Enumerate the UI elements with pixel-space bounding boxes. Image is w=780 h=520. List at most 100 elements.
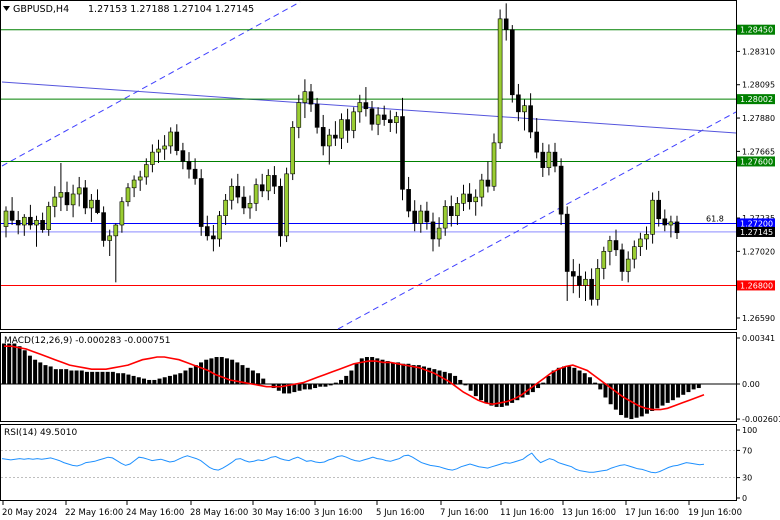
candle-body	[430, 221, 436, 240]
candle-body	[351, 111, 357, 131]
macd-bar	[100, 371, 105, 384]
candle-body	[95, 199, 100, 213]
candle-body	[442, 206, 448, 229]
macd-bar	[696, 384, 701, 389]
candle-body	[546, 151, 552, 168]
candle-body	[58, 192, 64, 198]
candle-body	[583, 278, 588, 286]
macd-bar	[354, 363, 359, 384]
macd-bar	[167, 375, 172, 384]
rsi-pane[interactable]	[0, 424, 737, 501]
price-pane[interactable]	[0, 0, 737, 330]
macd-bar	[318, 384, 323, 387]
candle-body	[503, 18, 509, 30]
candle-body	[455, 203, 460, 217]
macd-bar	[328, 384, 333, 386]
candle-body	[180, 150, 186, 162]
macd-bar	[401, 363, 406, 384]
candle-body	[674, 221, 680, 234]
macd-bar	[240, 365, 245, 384]
candle-body	[485, 179, 491, 187]
rsi-tick-label: 30	[742, 474, 752, 483]
candle-body	[577, 275, 582, 286]
candle-body	[516, 94, 521, 113]
macd-bar	[131, 375, 136, 384]
macd-bar	[567, 366, 572, 384]
candle-body	[83, 187, 88, 209]
macd-bar	[116, 373, 121, 384]
macd-bar	[178, 373, 183, 384]
macd-bar	[188, 367, 193, 384]
candle-body	[333, 134, 338, 139]
candle-body	[174, 131, 180, 151]
price-tick-label: 1.28095	[742, 81, 775, 90]
candle-body	[113, 224, 119, 237]
candle-body	[223, 199, 228, 216]
candle-body	[357, 102, 363, 113]
candle-body	[491, 142, 497, 187]
time-tick-label: 24 May 16:00	[126, 508, 184, 518]
time-tick-label: 28 May 16:00	[190, 508, 248, 518]
macd-bar	[624, 384, 629, 418]
candle-body	[119, 201, 125, 226]
macd-bar	[634, 384, 639, 418]
candle-body	[345, 119, 350, 131]
candle-body	[125, 187, 131, 203]
candle-body	[241, 196, 247, 209]
candle-body	[528, 105, 533, 133]
macd-bar	[473, 384, 478, 397]
candle-body	[613, 240, 619, 251]
macd-bar	[479, 384, 484, 401]
macd-bar	[256, 373, 261, 384]
macd-bar	[219, 357, 224, 384]
candle-body	[656, 199, 662, 220]
candle-body	[70, 193, 76, 206]
candle-body	[144, 164, 149, 178]
macd-bar	[582, 373, 587, 384]
macd-tick-label: -0.002601	[742, 415, 780, 424]
macd-bar	[27, 355, 32, 384]
macd-bar	[577, 370, 582, 384]
candle-body	[418, 210, 424, 224]
candle-body	[381, 114, 387, 120]
macd-bar	[157, 378, 162, 384]
candle-body	[461, 193, 466, 204]
macd-bar	[22, 350, 27, 384]
candle-body	[186, 161, 192, 170]
macd-bar	[12, 343, 17, 384]
macd-bar	[691, 384, 696, 390]
time-tick-label: 13 Jun 16:00	[562, 508, 616, 518]
candle-body	[540, 151, 546, 168]
macd-bar	[121, 373, 126, 384]
macd-bar	[458, 379, 463, 384]
candle-body	[52, 196, 58, 207]
macd-bar	[79, 370, 84, 384]
macd-bar	[17, 346, 22, 384]
macd-bar	[541, 382, 546, 384]
macd-bar	[432, 369, 437, 384]
candle-body	[290, 127, 296, 175]
candle-body	[107, 235, 112, 241]
trading-chart[interactable]: GBPUSD,H4 1.27153 1.27188 1.27104 1.2714…	[0, 0, 780, 520]
macd-bar	[142, 378, 146, 384]
candle-body	[668, 221, 674, 226]
candle-body	[235, 185, 241, 198]
price-label-text: 1.27600	[740, 157, 773, 166]
macd-bar	[650, 384, 655, 411]
candle-body	[387, 119, 393, 123]
price-tick-label: 1.28310	[742, 47, 775, 56]
candle-body	[40, 220, 45, 230]
candle-body	[265, 175, 271, 192]
candle-body	[247, 203, 253, 209]
candle-body	[644, 234, 649, 240]
macd-bar	[593, 382, 598, 384]
candle-body	[326, 134, 332, 147]
candle-body	[162, 145, 167, 150]
fib-level-label: 61.8	[706, 214, 724, 223]
candle-body	[619, 249, 625, 272]
macd-bar	[686, 384, 691, 393]
candle-body	[272, 175, 277, 187]
candle-body	[76, 187, 82, 195]
macd-bar	[411, 365, 416, 384]
candle-body	[638, 238, 643, 247]
